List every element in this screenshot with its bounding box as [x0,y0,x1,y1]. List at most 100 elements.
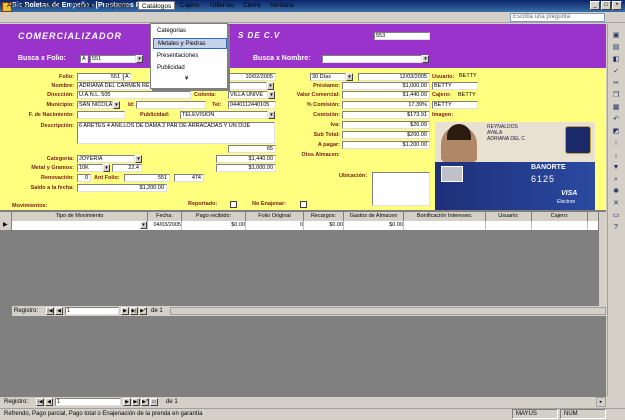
menu-catalogos[interactable]: Catálogos [138,1,176,10]
cell-cajero[interactable] [532,221,588,230]
categoria-amount-field[interactable]: $1,440.00 [216,155,276,163]
sub-prev-record-button[interactable]: ◀ [55,307,63,315]
toolbar-delete-icon[interactable]: ✕ [611,200,621,208]
col-bonificacion[interactable]: Bonificación Intereses: [404,212,486,221]
cell-usuario[interactable] [486,221,532,230]
ask-question-input[interactable]: Escriba una pregunta [510,13,605,22]
toolbar-sort-asc-icon[interactable]: ↑ [611,140,621,148]
col-gastos-almacen[interactable]: Gastos de Almacen [344,212,404,221]
metal-amount-field[interactable]: $1,000.00 [216,164,276,172]
colonia-field[interactable]: VILLA UNIVE [228,91,268,99]
publicidad-field[interactable]: TELEVISION [180,111,268,119]
toolbar-sort-desc-icon[interactable]: ↓ [611,152,621,160]
toolbar-paste-icon[interactable]: ▦ [611,104,621,112]
toolbar-new-record-icon[interactable]: ✱ [611,188,621,196]
reportado-checkbox[interactable] [230,201,237,208]
toolbar-help-icon[interactable]: ? [611,224,621,232]
menu-edicion[interactable]: Edición [38,1,65,10]
plazo-dropdown[interactable]: ▾ [346,73,353,81]
colonia-dropdown[interactable]: ▾ [268,91,275,99]
publicidad-dropdown[interactable]: ▾ [268,111,275,119]
nombre-dropdown[interactable]: ▾ [267,82,274,90]
col-tipo-movimiento[interactable]: Tipo de Movimiento [12,212,148,221]
saldo-field[interactable]: $1,200.00 [77,184,167,192]
toolbar-copy-icon[interactable]: ❐ [611,92,621,100]
tipo-movimiento-dropdown[interactable]: ▾ [140,221,147,229]
sub-next-record-button[interactable]: ▶ [121,307,129,315]
filter-record-button[interactable]: ▭ [150,398,158,406]
sub-record-number-input[interactable]: 1 [65,307,119,315]
toolbar-save-icon[interactable]: ▣ [611,32,621,40]
prestamo-field[interactable]: $1,000.00 [342,82,430,90]
minimize-button[interactable]: _ [590,1,600,10]
categoria-dropdown[interactable]: ▾ [135,155,142,163]
last-record-button[interactable]: ▶| [132,398,140,406]
busca-nombre-input[interactable] [322,55,422,63]
descripcion-num-field[interactable]: 65 [228,145,276,153]
toolbar-filter-icon[interactable]: ▼ [611,164,621,172]
cell-fecha[interactable]: 04/03/2005 [148,221,182,230]
record-number-input[interactable]: 1 [55,398,121,406]
comision-user-field[interactable]: BETTY [432,101,478,109]
categoria-field[interactable]: JOYERIA [77,155,135,163]
ant-folio-extra-field[interactable]: 474 [174,174,204,182]
sub-first-record-button[interactable]: |◀ [46,307,54,315]
tel-field[interactable]: 0440112440105 [228,101,276,109]
menuitem-publicidad[interactable]: Publicidad [153,63,227,74]
maximize-button[interactable]: □ [601,1,611,10]
cell-recargos[interactable]: $0.00 [304,221,344,230]
municipio-dropdown[interactable]: ▾ [113,101,120,109]
new-record-button[interactable]: ▶* [141,398,149,406]
id-field[interactable] [136,101,206,109]
sub-new-record-button[interactable]: ▶* [139,307,147,315]
busca-folio-dropdown[interactable]: ▾ [136,55,143,63]
menu-expand-chevron-icon[interactable]: ¥ [185,76,188,82]
toolbar-insert-icon[interactable]: ◩ [611,128,621,136]
cell-gastos-almacen[interactable]: $0.00 [344,221,404,230]
toolbar-find-icon[interactable]: ⌕ [611,176,621,184]
sub-last-record-button[interactable]: ▶| [130,307,138,315]
col-pago-recibido[interactable]: Pago recibido: [182,212,246,221]
menu-insertar[interactable]: Insertar [68,1,96,10]
fecha-vencimiento-field[interactable]: 12/03/2005 [358,73,430,81]
folio-field[interactable]: 551 [77,73,123,81]
metal-dropdown[interactable]: ▾ [103,164,110,172]
menu-ventana[interactable]: Ventana [267,1,297,10]
usuario-field[interactable]: BETTY [432,82,478,90]
record-selector[interactable]: ▶ [0,212,12,230]
nacimiento-field[interactable] [77,111,125,119]
header-code-field[interactable]: 553 [374,32,430,40]
valor-comercial-field[interactable]: $1,440.00 [342,91,430,99]
no-enajenar-checkbox[interactable] [300,201,307,208]
main-scroll-right-button[interactable]: ▸ [596,397,606,407]
toolbar-window-icon[interactable]: ▭ [611,212,621,220]
busca-nombre-dropdown[interactable]: ▾ [422,55,429,63]
menu-cajero[interactable]: Cajero [177,1,202,10]
close-button[interactable]: × [612,1,622,10]
comision-pct-field[interactable]: 17.39% [342,101,430,109]
folio-letter-field[interactable]: A [123,73,131,81]
col-folio-original[interactable]: Folio Original [246,212,304,221]
direccion-field[interactable]: U.A.N.L. 505 [77,91,191,99]
col-cajero[interactable]: Cajero: [532,212,588,221]
fecha-field[interactable]: 10/02/2005 [228,73,276,81]
subtotal-field[interactable]: $200.00 [342,131,430,139]
col-fecha[interactable]: Fecha: [148,212,182,221]
menu-cierre[interactable]: Cierre [240,1,264,10]
col-usuario[interactable]: Usuario: [486,212,532,221]
cell-pago-recibido[interactable]: $0.00 [182,221,246,230]
grid-scrollbar[interactable] [598,212,606,307]
descripcion-field[interactable]: 6 ARETES 4 ANILLOS DE DAMA 2 PAR DE ARRA… [77,122,275,144]
menu-archivo[interactable]: Archivo [4,1,32,10]
cell-bonificacion[interactable] [404,221,486,230]
folio-prefix-field[interactable]: A [80,55,88,63]
menuitem-presentaciones[interactable]: Presentaciones [153,51,227,62]
subform-hscrollbar[interactable] [170,307,606,315]
ubicacion-field[interactable] [372,172,430,206]
toolbar-cut-icon[interactable]: ✂ [611,80,621,88]
prev-record-button[interactable]: ◀ [45,398,53,406]
apagar-field[interactable]: $1,200.00 [342,141,430,149]
municipio-field[interactable]: SAN NICOLAS [77,101,113,109]
iva-field[interactable]: $26.09 [342,121,430,129]
next-record-button[interactable]: ▶ [123,398,131,406]
